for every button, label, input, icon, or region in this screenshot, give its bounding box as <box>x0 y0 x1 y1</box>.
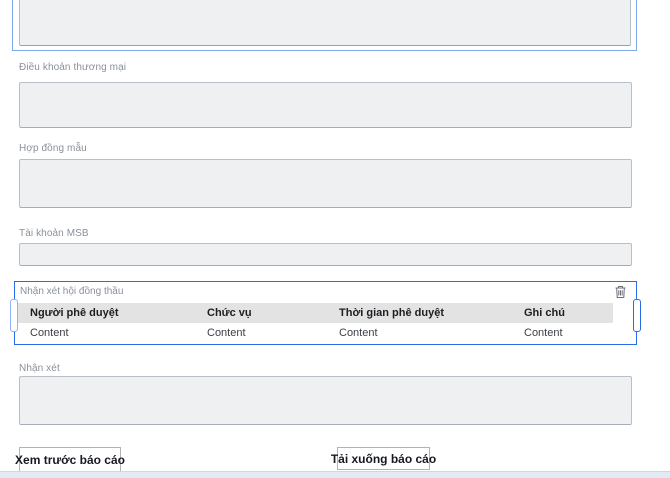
committee-comment-label: Nhận xét hội đồng thầu <box>20 286 123 297</box>
download-report-button[interactable]: Tải xuống báo cáo <box>337 447 430 470</box>
commercial-terms-textarea[interactable] <box>19 82 632 128</box>
commercial-terms-label: Điều khoản thương mại <box>19 62 126 73</box>
report-form-page: Điều khoản thương mại Hợp đồng mẫu Tài k… <box>0 0 670 478</box>
delete-table-button[interactable] <box>613 285 628 300</box>
comment-label: Nhận xét <box>19 363 60 374</box>
msb-account-label: Tài khoản MSB <box>19 228 89 239</box>
table-row: Content Content Content Content <box>16 323 613 343</box>
committee-table-container: Nhận xét hội đồng thầu Người phê duyệt <box>14 281 637 345</box>
column-header-note: Ghi chú <box>510 303 613 323</box>
table-header-row: Người phê duyệt Chức vụ Thời gian phê du… <box>16 303 613 323</box>
preview-report-button[interactable]: Xem trước báo cáo <box>19 447 121 472</box>
horizontal-scrollbar[interactable] <box>0 471 670 478</box>
table-cell: Content <box>16 323 193 343</box>
top-textarea[interactable] <box>19 0 631 46</box>
msb-account-input[interactable] <box>19 243 632 266</box>
contract-template-textarea[interactable] <box>19 159 632 208</box>
trash-icon <box>614 287 627 302</box>
committee-table: Người phê duyệt Chức vụ Thời gian phê du… <box>16 303 613 343</box>
right-drag-handle[interactable] <box>633 299 641 332</box>
comment-textarea[interactable] <box>19 376 632 425</box>
left-drag-handle[interactable] <box>10 299 18 332</box>
table-cell: Content <box>193 323 325 343</box>
focused-field-container <box>12 0 637 51</box>
column-header-approval-time: Thời gian phê duyệt <box>325 303 510 323</box>
column-header-position: Chức vụ <box>193 303 325 323</box>
contract-template-label: Hợp đồng mẫu <box>19 143 87 154</box>
column-header-approver: Người phê duyệt <box>16 303 193 323</box>
table-cell: Content <box>510 323 613 343</box>
table-cell: Content <box>325 323 510 343</box>
